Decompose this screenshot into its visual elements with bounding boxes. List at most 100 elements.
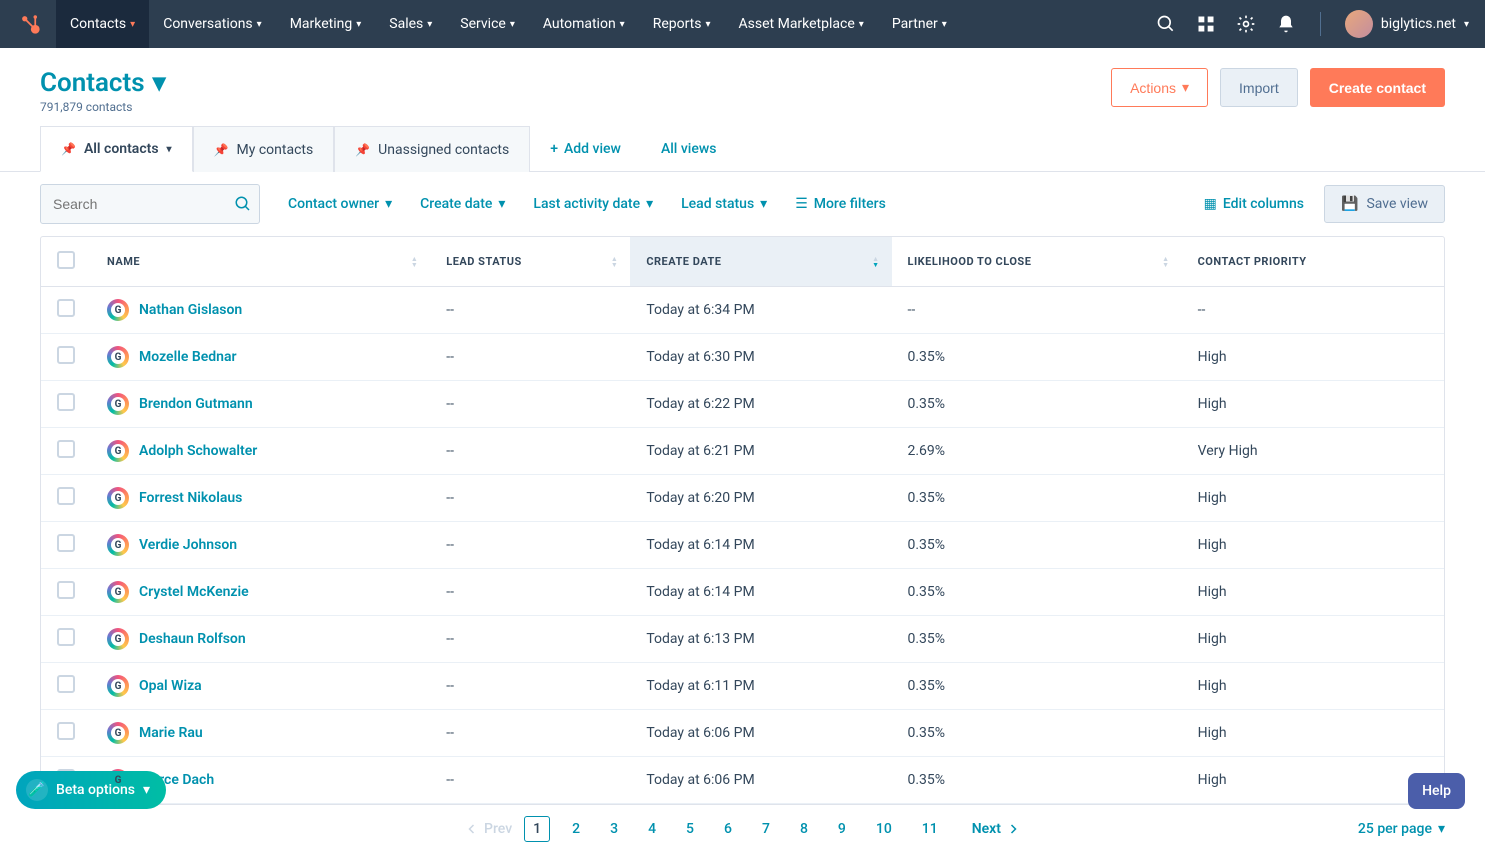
filter-create-date[interactable]: Create date▾ bbox=[420, 196, 505, 212]
filter-contact-owner[interactable]: Contact owner▾ bbox=[288, 196, 392, 212]
contact-name-link[interactable]: Forrest Nikolaus bbox=[139, 490, 242, 506]
contact-name-link[interactable]: Opal Wiza bbox=[139, 678, 202, 694]
pagination-page[interactable]: 7 bbox=[754, 817, 778, 841]
row-checkbox[interactable] bbox=[57, 346, 75, 364]
table-row: Adolph Schowalter -- Today at 6:21 PM 2.… bbox=[41, 428, 1444, 475]
per-page-select[interactable]: 25 per page▾ bbox=[1358, 821, 1445, 837]
cell-lead-status: -- bbox=[430, 381, 630, 428]
col-priority[interactable]: CONTACT PRIORITY bbox=[1182, 237, 1444, 287]
nav-reports[interactable]: Reports▾ bbox=[639, 0, 725, 48]
edit-columns-button[interactable]: ▦Edit columns bbox=[1204, 196, 1304, 212]
nav-right: biglytics.net ▾ bbox=[1156, 10, 1469, 38]
search-icon[interactable] bbox=[1156, 14, 1176, 34]
all-views-link[interactable]: All views bbox=[641, 126, 737, 171]
row-checkbox[interactable] bbox=[57, 440, 75, 458]
nav-menu: Contacts▾ Conversations▾ Marketing▾ Sale… bbox=[56, 0, 961, 48]
contact-name-link[interactable]: Marie Rau bbox=[139, 725, 203, 741]
search-box[interactable] bbox=[40, 184, 260, 224]
contact-name-link[interactable]: Crystel McKenzie bbox=[139, 584, 249, 600]
cell-lead-status: -- bbox=[430, 522, 630, 569]
col-lead-status[interactable]: LEAD STATUS▲▼ bbox=[430, 237, 630, 287]
marketplace-icon[interactable] bbox=[1196, 14, 1216, 34]
cell-lead-status: -- bbox=[430, 569, 630, 616]
contact-avatar-icon bbox=[107, 346, 129, 368]
col-name[interactable]: NAME▲▼ bbox=[91, 237, 430, 287]
select-all-checkbox[interactable] bbox=[57, 251, 75, 269]
pagination-page[interactable]: 5 bbox=[678, 817, 702, 841]
divider bbox=[1320, 12, 1321, 36]
cell-lead-status: -- bbox=[430, 710, 630, 757]
save-icon: 💾 bbox=[1341, 196, 1358, 212]
nav-sales[interactable]: Sales▾ bbox=[375, 0, 446, 48]
tab-my-contacts[interactable]: 📌My contacts bbox=[193, 126, 335, 172]
filter-lead-status[interactable]: Lead status▾ bbox=[681, 196, 767, 212]
pagination-page[interactable]: 11 bbox=[914, 817, 946, 841]
row-checkbox[interactable] bbox=[57, 487, 75, 505]
table-row: Verdie Johnson -- Today at 6:14 PM 0.35%… bbox=[41, 522, 1444, 569]
chevron-down-icon: ▾ bbox=[620, 19, 625, 30]
account-name: biglytics.net bbox=[1381, 16, 1456, 32]
nav-conversations[interactable]: Conversations▾ bbox=[149, 0, 276, 48]
nav-asset-marketplace[interactable]: Asset Marketplace▾ bbox=[725, 0, 878, 48]
create-contact-button[interactable]: Create contact bbox=[1310, 68, 1445, 107]
cell-lead-status: -- bbox=[430, 287, 630, 334]
row-checkbox[interactable] bbox=[57, 675, 75, 693]
sort-icon: ▲▼ bbox=[1162, 256, 1169, 268]
pagination-page[interactable]: 9 bbox=[830, 817, 854, 841]
col-likelihood[interactable]: LIKELIHOOD TO CLOSE▲▼ bbox=[892, 237, 1182, 287]
contacts-table: NAME▲▼ LEAD STATUS▲▼ CREATE DATE▲▼ LIKEL… bbox=[40, 236, 1445, 805]
pagination-prev[interactable]: Prev bbox=[466, 821, 512, 837]
beta-options-button[interactable]: 🧪Beta options▾ bbox=[16, 771, 166, 809]
contact-name-link[interactable]: Brendon Gutmann bbox=[139, 396, 253, 412]
add-view-button[interactable]: +Add view bbox=[530, 126, 641, 171]
col-create-date[interactable]: CREATE DATE▲▼ bbox=[630, 237, 891, 287]
row-checkbox[interactable] bbox=[57, 722, 75, 740]
caret-down-icon: ▾ bbox=[646, 196, 653, 212]
search-input[interactable] bbox=[53, 196, 234, 212]
tab-all-contacts[interactable]: 📌All contacts▾ bbox=[40, 126, 193, 172]
contact-name-link[interactable]: Verdie Johnson bbox=[139, 537, 237, 553]
cell-lead-status: -- bbox=[430, 663, 630, 710]
row-checkbox[interactable] bbox=[57, 393, 75, 411]
contact-name-link[interactable]: Adolph Schowalter bbox=[139, 443, 257, 459]
tab-unassigned-contacts[interactable]: 📌Unassigned contacts bbox=[334, 126, 530, 172]
nav-partner[interactable]: Partner▾ bbox=[878, 0, 961, 48]
row-checkbox[interactable] bbox=[57, 628, 75, 646]
chevron-down-icon: ▾ bbox=[356, 19, 361, 30]
pagination-page[interactable]: 2 bbox=[564, 817, 588, 841]
help-button[interactable]: Help bbox=[1408, 773, 1465, 809]
row-checkbox[interactable] bbox=[57, 534, 75, 552]
nav-contacts[interactable]: Contacts▾ bbox=[56, 0, 149, 48]
pagination-page[interactable]: 4 bbox=[640, 817, 664, 841]
row-checkbox[interactable] bbox=[57, 581, 75, 599]
nav-automation[interactable]: Automation▾ bbox=[529, 0, 639, 48]
caret-down-icon: ▾ bbox=[153, 68, 166, 98]
contact-name-link[interactable]: Nathan Gislason bbox=[139, 302, 242, 318]
pagination-page[interactable]: 8 bbox=[792, 817, 816, 841]
contact-avatar-icon bbox=[107, 393, 129, 415]
bell-icon[interactable] bbox=[1276, 14, 1296, 34]
account-menu[interactable]: biglytics.net ▾ bbox=[1345, 10, 1469, 38]
nav-service[interactable]: Service▾ bbox=[446, 0, 529, 48]
pagination-page[interactable]: 3 bbox=[602, 817, 626, 841]
chevron-down-icon: ▾ bbox=[1464, 19, 1469, 30]
page-title[interactable]: Contacts▾ bbox=[40, 68, 166, 98]
pagination-next[interactable]: Next bbox=[972, 821, 1019, 837]
contact-name-link[interactable]: Mozelle Bednar bbox=[139, 349, 237, 365]
actions-button[interactable]: Actions▾ bbox=[1111, 68, 1208, 107]
contact-name-link[interactable]: Deshaun Rolfson bbox=[139, 631, 246, 647]
pagination-page[interactable]: 1 bbox=[524, 816, 550, 842]
hubspot-logo-icon[interactable] bbox=[16, 10, 44, 38]
import-button[interactable]: Import bbox=[1220, 68, 1298, 107]
save-view-button[interactable]: 💾Save view bbox=[1324, 185, 1445, 223]
row-checkbox[interactable] bbox=[57, 299, 75, 317]
pagination-page[interactable]: 6 bbox=[716, 817, 740, 841]
contact-count: 791,879 contacts bbox=[40, 100, 166, 114]
nav-marketing[interactable]: Marketing▾ bbox=[276, 0, 376, 48]
cell-priority: High bbox=[1182, 757, 1444, 804]
pagination-page[interactable]: 10 bbox=[868, 817, 900, 841]
filter-last-activity[interactable]: Last activity date▾ bbox=[533, 196, 653, 212]
more-filters-button[interactable]: ☰More filters bbox=[795, 196, 886, 212]
gear-icon[interactable] bbox=[1236, 14, 1256, 34]
cell-create-date: Today at 6:14 PM bbox=[630, 569, 891, 616]
